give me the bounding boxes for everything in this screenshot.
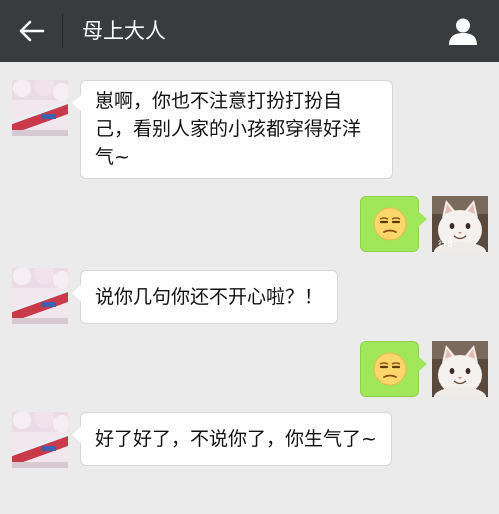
message-bubble-4[interactable]: [360, 341, 427, 397]
top-bar: 母上大人: [0, 0, 499, 62]
cherry-blossom-train-avatar-icon: [12, 80, 68, 136]
self-avatar[interactable]: [432, 341, 488, 397]
self-avatar[interactable]: 行8: [432, 196, 488, 252]
message-bubble-1[interactable]: 崽啊，你也不注意打扮打扮自己，看别人家的小孩都穿得好洋气~: [72, 80, 393, 179]
bubble-tail: [72, 285, 81, 301]
contact-avatar[interactable]: [12, 80, 68, 136]
chat-title: 母上大人: [82, 19, 166, 43]
contact-avatar[interactable]: [12, 268, 68, 324]
message-bubble-2[interactable]: [360, 196, 427, 252]
cherry-blossom-train-avatar-icon: [12, 412, 68, 468]
message-text: 崽啊，你也不注意打扮打扮自己，看别人家的小孩都穿得好洋气~: [95, 90, 362, 168]
bubble-tail: [418, 356, 427, 372]
cherry-blossom-train-avatar-icon: [12, 268, 68, 324]
back-arrow-icon: [19, 20, 45, 42]
message-text: 好了好了，不说你了，你生气了~: [95, 428, 377, 450]
chat-info-button[interactable]: [445, 13, 481, 49]
unamused-face-emoji-icon: [373, 207, 407, 241]
back-button[interactable]: [12, 11, 52, 51]
bubble-tail: [72, 95, 81, 111]
message-bubble-5[interactable]: 好了好了，不说你了，你生气了~: [72, 412, 392, 466]
smiling-cat-avatar-icon: [432, 341, 488, 397]
bubble-tail: [418, 211, 427, 227]
avatar-watermark: 行8: [438, 240, 453, 250]
bubble-tail: [72, 427, 81, 443]
person-icon: [449, 18, 477, 45]
contact-avatar[interactable]: [12, 412, 68, 468]
header-divider: [62, 14, 63, 48]
unamused-face-emoji-icon: [373, 352, 407, 386]
message-bubble-3[interactable]: 说你几句你还不开心啦？！: [72, 270, 338, 324]
message-text: 说你几句你还不开心啦？！: [95, 286, 324, 308]
